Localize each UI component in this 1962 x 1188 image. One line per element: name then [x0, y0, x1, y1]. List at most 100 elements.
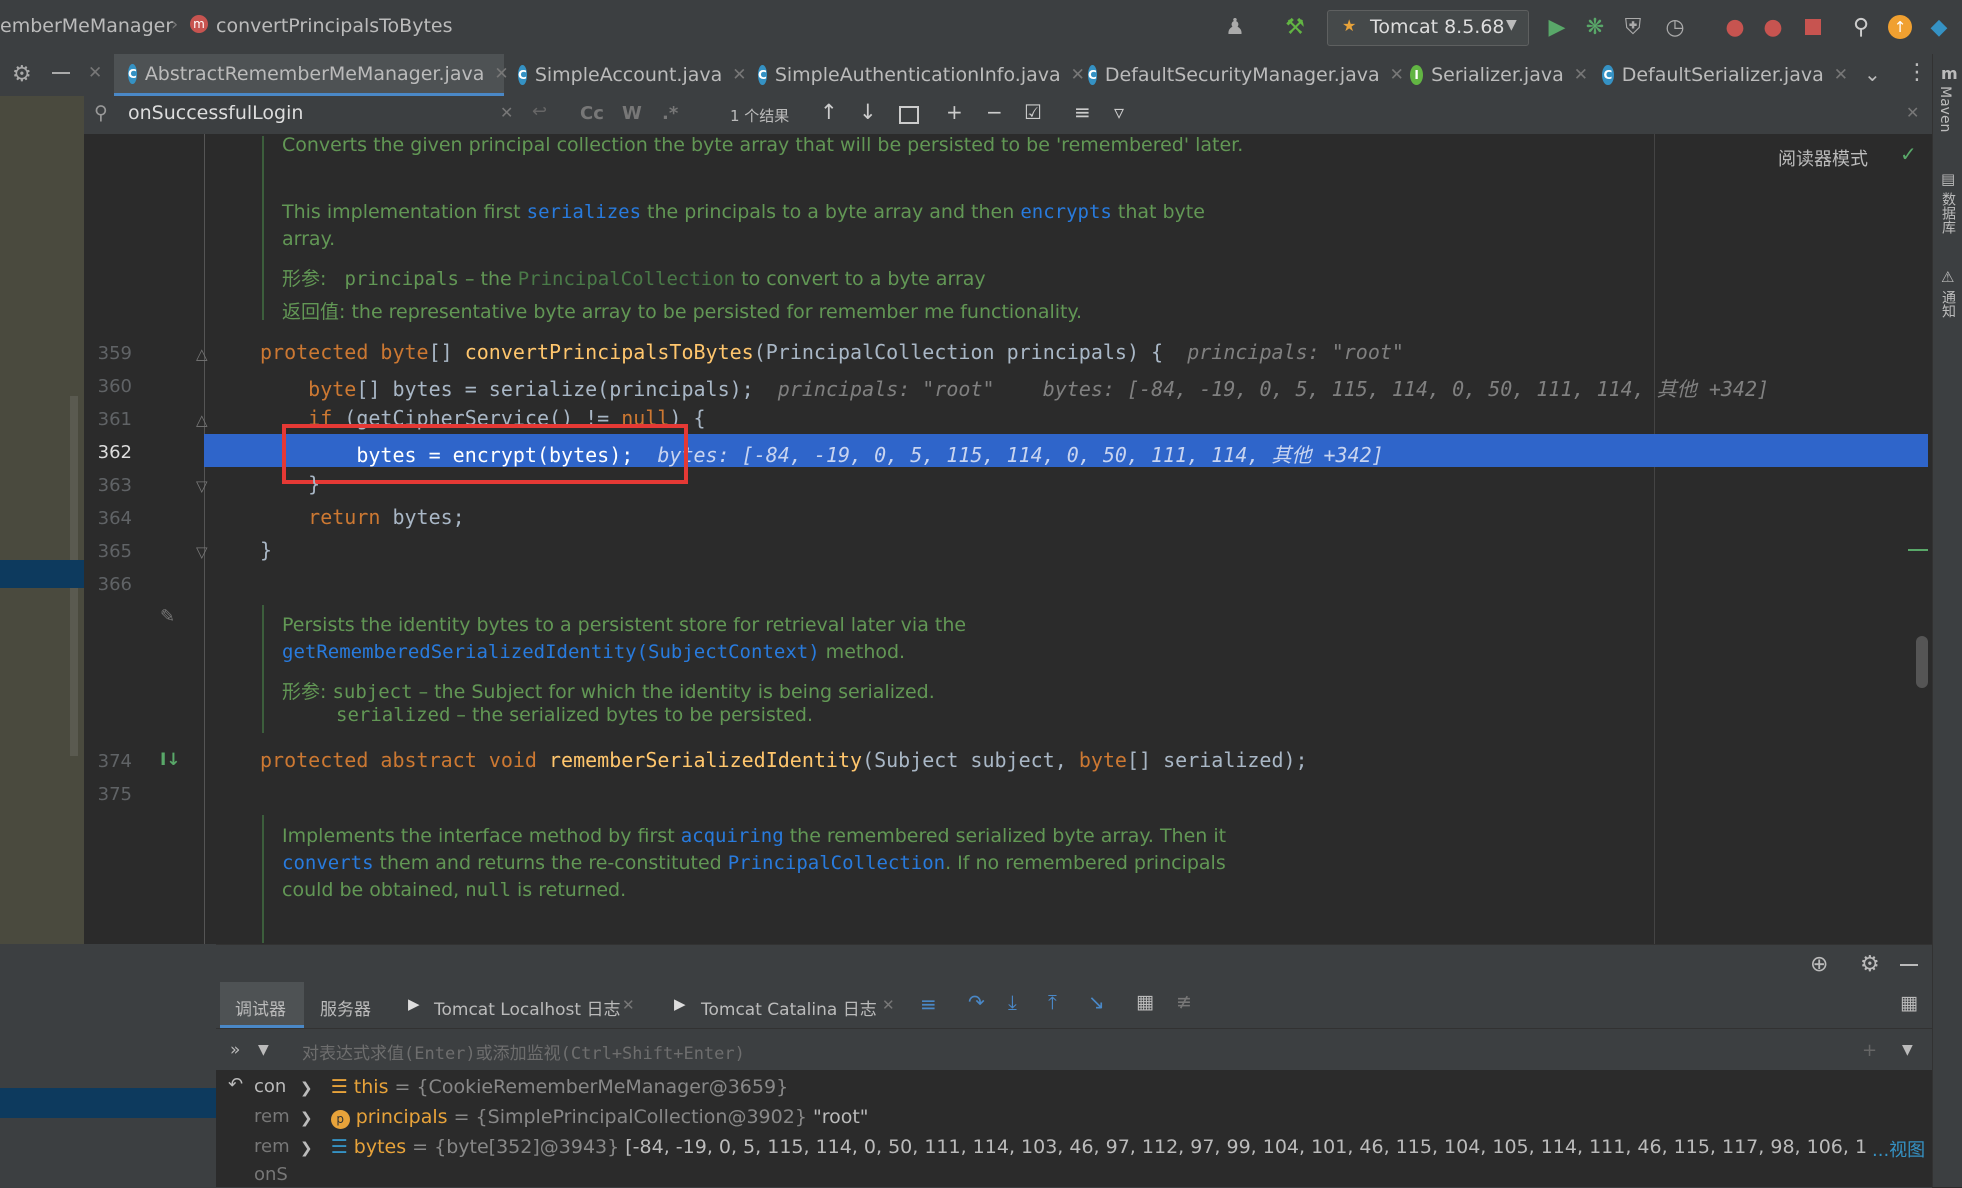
crosshair-icon[interactable]: ⊕	[1810, 952, 1828, 977]
tab-defaultsecuritymanager[interactable]: C DefaultSecurityManager.java ✕	[1074, 54, 1404, 96]
jetbrains-plugin-icon[interactable]: ◆	[1924, 12, 1954, 42]
history-icon[interactable]: ↩	[532, 101, 547, 122]
code-line-363[interactable]: }	[260, 472, 320, 496]
close-icon[interactable]: ✕	[622, 996, 635, 1014]
doc-link[interactable]: PrincipalCollection	[728, 852, 945, 874]
doc-link[interactable]: acquiring	[681, 825, 784, 847]
run-icon[interactable]: ▶	[1542, 12, 1572, 42]
clear-icon[interactable]: ✕	[500, 103, 513, 122]
bell-icon[interactable]: ⚠	[1941, 268, 1954, 286]
close-icon[interactable]: ✕	[882, 996, 895, 1014]
update-app-icon[interactable]: ●	[1720, 12, 1750, 42]
database-icon[interactable]: ▤	[1941, 170, 1955, 188]
tab-services[interactable]: 服务器	[320, 995, 371, 1020]
chevron-down-icon[interactable]: ▼	[1902, 1042, 1913, 1058]
editor-scrollbar[interactable]	[1916, 636, 1928, 688]
tab-localhost-log[interactable]: Tomcat Localhost 日志	[434, 995, 620, 1020]
trace-icon[interactable]: ≢	[1176, 991, 1192, 1013]
debug-bug-icon[interactable]: ❋	[1580, 12, 1610, 42]
remove-selection-icon[interactable]: −	[986, 100, 1003, 124]
code-line-360[interactable]: byte[] bytes = serialize(principals); pr…	[260, 373, 1769, 402]
match-case-toggle[interactable]: Cc	[580, 103, 604, 124]
tab-catalina-log[interactable]: Tomcat Catalina 日志	[701, 995, 877, 1020]
more-options-icon[interactable]: ⋮	[1906, 60, 1928, 85]
close-icon[interactable]: ✕	[1906, 103, 1919, 122]
tab-debugger[interactable]: 调试器	[235, 995, 286, 1020]
view-link[interactable]: ...视图	[1872, 1136, 1925, 1162]
evaluate-expression-icon[interactable]: ▦	[1136, 991, 1154, 1013]
maven-icon[interactable]: m	[1941, 64, 1958, 83]
frame-item[interactable]: onS	[254, 1164, 288, 1185]
code-line-374[interactable]: protected abstract void rememberSerializ…	[260, 748, 1308, 772]
frame-item[interactable]: rem	[254, 1136, 290, 1157]
tab-defaultserializer[interactable]: C DefaultSerializer.java ✕	[1588, 54, 1848, 96]
stop-icon[interactable]	[1805, 19, 1821, 35]
arrow-down-icon[interactable]: ↓	[859, 100, 877, 124]
arrow-up-icon[interactable]: ↑	[820, 100, 838, 124]
edit-doc-icon[interactable]: ✎	[160, 606, 175, 627]
run-to-cursor-icon[interactable]: ↘	[1088, 990, 1105, 1014]
step-out-icon[interactable]: ⤒	[1048, 990, 1057, 1014]
rerun-debug-icon[interactable]: ●	[1758, 12, 1788, 42]
frame-item[interactable]: rem	[254, 1106, 290, 1127]
profiler-icon[interactable]: ◷	[1660, 12, 1690, 42]
implemented-icon[interactable]: I↓	[160, 750, 181, 770]
user-icon[interactable]: ♟	[1220, 12, 1250, 42]
maven-tool-window[interactable]: Maven	[1937, 86, 1953, 132]
gear-icon[interactable]: ⚙	[1860, 952, 1880, 977]
tab-simpleauthenticationinfo[interactable]: C SimpleAuthenticationInfo.java ✕	[744, 54, 1085, 96]
add-selection-icon[interactable]: +	[946, 100, 963, 124]
minimize-icon[interactable]	[52, 72, 70, 74]
tab-serializer[interactable]: I Serializer.java ✕	[1396, 54, 1588, 96]
toggle-selection-icon[interactable]: ☑	[1024, 100, 1042, 124]
build-hammer-icon[interactable]: ⚒	[1280, 12, 1310, 42]
database-tool-window[interactable]: 数据库	[1938, 192, 1958, 234]
whole-word-toggle[interactable]: W	[622, 103, 642, 124]
doc-link[interactable]: encrypts	[1020, 201, 1112, 223]
step-into-icon[interactable]: ⤓	[1008, 990, 1017, 1014]
run-configuration-select[interactable]: ★ Tomcat 8.5.68 ▼	[1327, 10, 1529, 46]
layout-icon[interactable]: ▦	[1900, 992, 1918, 1014]
search-input[interactable]: onSuccessfulLogin	[128, 102, 303, 124]
code-line-364[interactable]: return bytes;	[260, 505, 465, 529]
chevron-right-icon[interactable]: ❯	[300, 1109, 313, 1127]
regex-toggle[interactable]: .*	[662, 103, 678, 124]
update-available-icon[interactable]: ↑	[1888, 15, 1912, 39]
close-icon[interactable]: ✕	[88, 63, 102, 83]
close-icon[interactable]: ✕	[1834, 65, 1848, 85]
tab-simpleaccount[interactable]: C SimpleAccount.java ✕	[504, 54, 747, 96]
close-icon[interactable]: ✕	[1574, 65, 1588, 85]
show-execution-point-icon[interactable]: ≡	[920, 992, 937, 1016]
code-line-365[interactable]: }	[260, 538, 272, 562]
doc-link[interactable]: serializes	[527, 201, 641, 223]
variable-row[interactable]: ❯ ☰ this = {CookieRememberMeManager@3659…	[300, 1076, 788, 1098]
minimize-icon[interactable]	[1900, 964, 1918, 966]
doc-link[interactable]: converts	[282, 852, 374, 874]
variable-row[interactable]: ❯ ☰ bytes = {byte[352]@3943} [-84, -19, …	[300, 1136, 1866, 1158]
chevron-down-icon[interactable]: ⌄	[1864, 62, 1881, 86]
tab-abstractremembermemanager[interactable]: C AbstractRememberMeManager.java ✕	[114, 54, 509, 96]
notifications-tool-window[interactable]: 通知	[1938, 290, 1958, 318]
frame-item[interactable]: con	[254, 1076, 286, 1097]
coverage-icon[interactable]: ⛨	[1618, 12, 1648, 42]
chevron-right-icon[interactable]: ❯	[300, 1139, 313, 1157]
chevron-right-icon[interactable]: ❯	[300, 1079, 313, 1097]
expand-icon[interactable]: »	[230, 1040, 240, 1060]
select-all-occurrences-icon[interactable]	[899, 106, 919, 124]
chevron-down-icon[interactable]: ▼	[258, 1042, 269, 1058]
fold-icon[interactable]: △	[196, 345, 208, 363]
search-icon[interactable]: ⚲	[1846, 12, 1876, 42]
step-over-icon[interactable]: ↷	[968, 990, 985, 1014]
doc-link[interactable]: getRememberedSerializedIdentity(SubjectC…	[282, 641, 820, 663]
filter-options-icon[interactable]: ≡	[1074, 100, 1091, 124]
breadcrumb-method[interactable]: convertPrincipalsToBytes	[216, 15, 453, 37]
reader-mode-toggle[interactable]: 阅读器模式	[1778, 145, 1868, 171]
add-watch-icon[interactable]: +	[1862, 1040, 1877, 1061]
gear-icon[interactable]: ⚙	[12, 62, 32, 87]
fold-icon[interactable]: △	[196, 411, 208, 429]
breadcrumb-class[interactable]: emberMeManager	[0, 15, 173, 37]
fold-icon[interactable]: ▽	[196, 477, 208, 495]
evaluate-expression-input[interactable]: 对表达式求值(Enter)或添加监视(Ctrl+Shift+Enter)	[290, 1030, 1810, 1070]
variable-row[interactable]: ❯ p principals = {SimplePrincipalCollect…	[300, 1106, 869, 1129]
code-line-359[interactable]: protected byte[] convertPrincipalsToByte…	[260, 340, 1404, 364]
